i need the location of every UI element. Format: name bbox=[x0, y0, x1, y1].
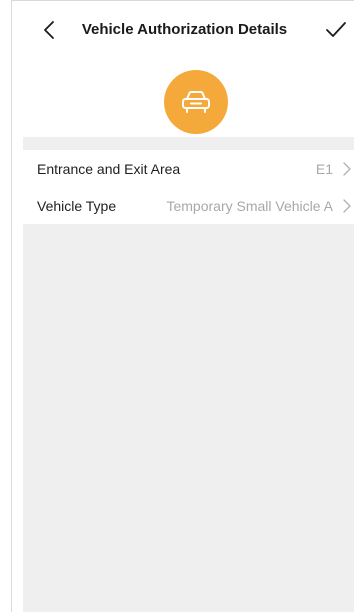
car-icon bbox=[182, 91, 210, 113]
field-label: Entrance and Exit Area bbox=[37, 160, 181, 177]
vehicle-type-row[interactable]: Vehicle Type Temporary Small Vehicle A bbox=[23, 187, 354, 224]
checkmark-icon bbox=[326, 22, 346, 37]
chevron-right-icon bbox=[343, 162, 351, 176]
navigation-bar: Vehicle Authorization Details bbox=[23, 1, 354, 57]
vehicle-avatar bbox=[164, 70, 228, 134]
vehicle-authorization-screen: Vehicle Authorization Details Entrance a… bbox=[0, 0, 354, 612]
details-list: Entrance and Exit Area E1 Vehicle Type T… bbox=[23, 150, 354, 224]
entrance-exit-area-row[interactable]: Entrance and Exit Area E1 bbox=[23, 150, 354, 187]
field-label: Vehicle Type bbox=[37, 197, 117, 214]
field-value: Temporary Small Vehicle A bbox=[166, 197, 333, 214]
back-button[interactable] bbox=[41, 20, 59, 40]
vehicle-icon-header bbox=[23, 57, 354, 137]
confirm-button[interactable] bbox=[325, 21, 347, 39]
page-title: Vehicle Authorization Details bbox=[81, 20, 288, 38]
field-value: E1 bbox=[315, 160, 333, 177]
chevron-right-icon bbox=[343, 199, 351, 213]
device-edge bbox=[0, 0, 12, 612]
chevron-left-icon bbox=[44, 21, 54, 39]
